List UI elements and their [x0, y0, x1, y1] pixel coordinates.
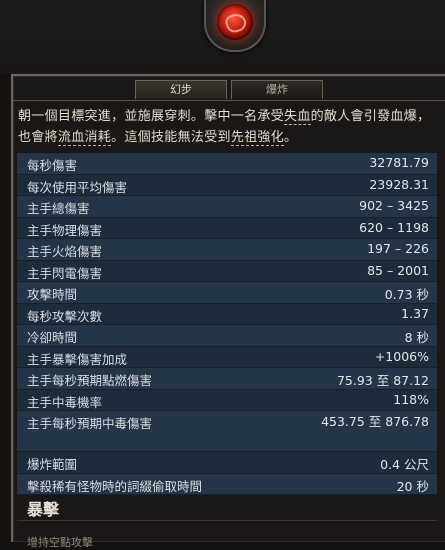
stat-label: 主手暴擊傷害加成 [27, 351, 128, 367]
stat-row: 攻擊時間 0.73 秒 [17, 282, 437, 304]
skill-emblem-icon [204, 0, 266, 52]
divider [17, 520, 437, 521]
stat-value: 0.4 公尺 [380, 457, 429, 472]
stat-label: 主手每秒預期中毒傷害 [27, 416, 153, 431]
stat-row: 主手閃電傷害 85 – 2001 [17, 260, 437, 282]
stat-label: 每秒攻擊次數 [27, 308, 103, 324]
cut-off-text: 增持空點攻擊 [27, 536, 93, 549]
stat-row: 每秒攻擊次數 1.37 [17, 303, 437, 325]
stat-label: 擊殺稀有怪物時的詞綴偷取時間 [27, 478, 203, 494]
keyword-bleed[interactable]: 失血 [284, 109, 311, 125]
stat-row: 主手總傷害 902 – 3425 [17, 196, 437, 218]
stat-label: 攻擊時間 [27, 287, 78, 302]
stat-row: 主手中毒機率 118% [17, 389, 437, 411]
stat-value: 0.73 秒 [384, 287, 429, 302]
stat-row: 主手物理傷害 620 – 1198 [17, 217, 437, 239]
stat-row: 每秒傷害 32781.79 [17, 153, 437, 175]
stat-label: 每次使用平均傷害 [27, 179, 128, 195]
skill-description: 朝一個目標突進，並施展穿刺。擊中一名承受失血的敵人會引發血爆，也會將流血消耗。這… [18, 109, 431, 146]
tab-bar: 幻步 爆炸 [13, 76, 445, 101]
stat-row: 每次使用平均傷害 23928.31 [17, 174, 437, 196]
stat-row: 冷卻時間 8 秒 [17, 325, 437, 347]
stat-label: 主手閃電傷害 [27, 265, 103, 281]
stat-row: 主手每秒預期中毒傷害 453.75 至 876.78 [17, 411, 437, 452]
keyword-ancestral-boost[interactable]: 先祖強化 [230, 130, 285, 146]
stat-value: 32781.79 [369, 155, 429, 170]
stat-value: 23928.31 [369, 176, 429, 192]
stat-label: 主手中毒機率 [27, 394, 103, 410]
stat-label: 冷卻時間 [27, 330, 78, 345]
stat-value: 1.37 [401, 305, 429, 321]
stat-label: 主手物理傷害 [27, 222, 103, 238]
stat-value: 620 – 1198 [359, 219, 429, 235]
stat-row: 主手每秒預期點燃傷害 75.93 至 87.12 [17, 368, 437, 390]
stat-value: 453.75 至 876.78 [321, 414, 429, 429]
stat-value: 197 – 226 [367, 241, 429, 256]
stat-label: 主手火焰傷害 [27, 244, 103, 259]
tab-explosion[interactable]: 爆炸 [231, 80, 323, 99]
stat-value: +1006% [374, 348, 429, 364]
stat-value: 85 – 2001 [367, 262, 429, 278]
stat-row: 主手暴擊傷害加成 +1006% [17, 346, 437, 368]
stat-row: 爆炸範圍 0.4 公尺 [17, 452, 437, 474]
stat-label: 主手總傷害 [27, 201, 90, 216]
stat-value: 902 – 3425 [359, 198, 429, 213]
stat-value: 8 秒 [404, 330, 429, 345]
stat-label: 每秒傷害 [27, 158, 78, 173]
stat-label: 爆炸範圍 [27, 457, 78, 472]
stats-table: 每秒傷害 32781.79 每次使用平均傷害 23928.31 主手總傷害 902 – 3… [17, 153, 437, 495]
section-title-critical: 暴擊 [27, 500, 60, 519]
stat-label: 主手每秒預期點燃傷害 [27, 373, 153, 388]
stat-row: 主手火焰傷害 197 – 226 [17, 239, 437, 261]
stat-value: 118% [393, 391, 429, 407]
tab-phantom-step[interactable]: 幻步 [135, 80, 227, 99]
keyword-bleed-drain[interactable]: 流血消耗 [57, 130, 112, 146]
stat-value: 20 秒 [396, 478, 429, 494]
stat-value: 75.93 至 87.12 [336, 373, 429, 388]
stat-row: 擊殺稀有怪物時的詞綴偷取時間 20 秒 [17, 473, 437, 495]
skill-details-panel: 幻步 爆炸 朝一個目標突進，並施展穿刺。擊中一名承受失血的敵人會引發血爆，也會將… [11, 74, 445, 549]
